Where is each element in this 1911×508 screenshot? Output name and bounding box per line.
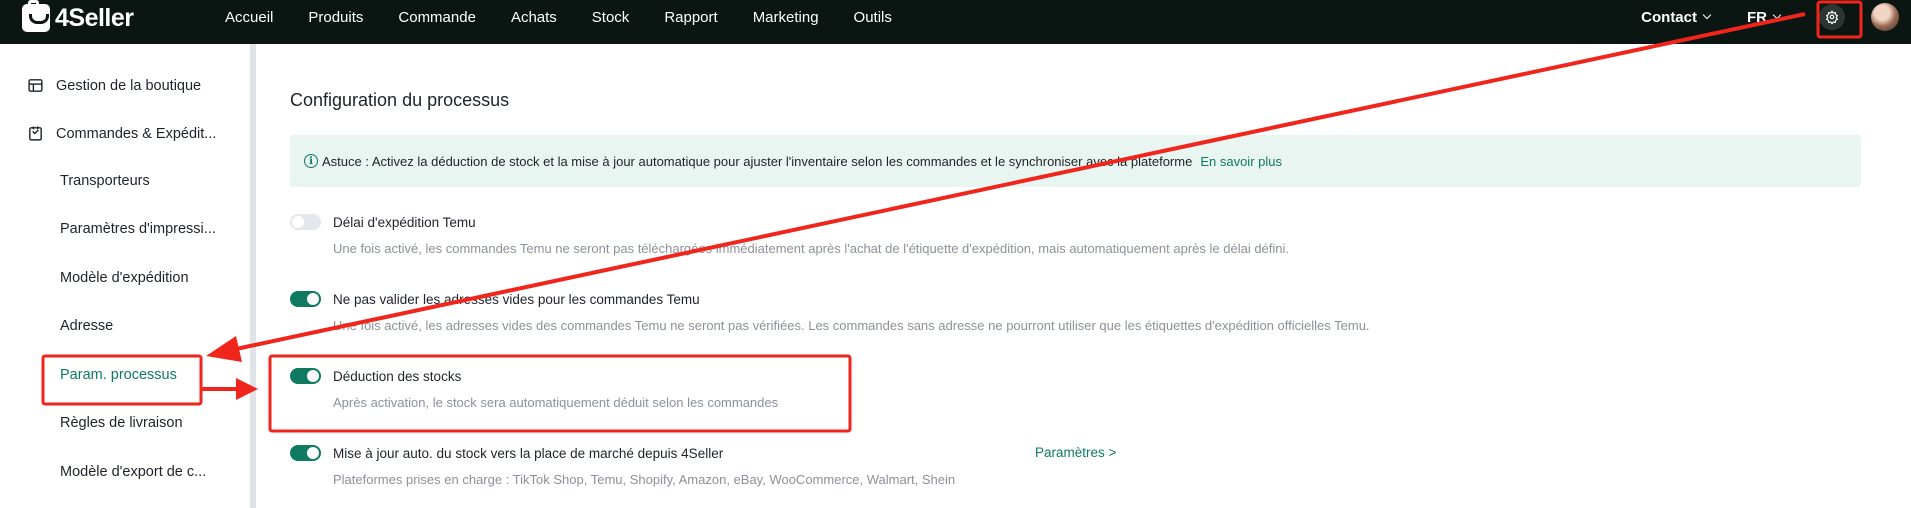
setting-temu-delay: Délai d'expédition Temu Une fois activé,… xyxy=(290,214,1289,256)
sidebar-item-delivery-rules[interactable]: Règles de livraison xyxy=(60,415,183,431)
avatar[interactable] xyxy=(1871,3,1899,31)
contact-dropdown[interactable]: Contact xyxy=(1641,8,1712,26)
sidebar-item-transporteurs[interactable]: Transporteurs xyxy=(60,173,150,189)
sidebar-group-label: Gestion de la boutique xyxy=(56,77,202,94)
sidebar-item-process-params[interactable]: Param. processus xyxy=(60,367,177,383)
nav-item-outils[interactable]: Outils xyxy=(854,9,892,26)
info-icon: i xyxy=(304,154,318,168)
nav-item-produits[interactable]: Produits xyxy=(308,9,363,26)
sidebar-item-shipping-template[interactable]: Modèle d'expédition xyxy=(60,270,189,286)
setting-description: Après activation, le stock sera automati… xyxy=(333,395,779,410)
toggle-knob xyxy=(292,216,304,228)
topbar-actions: Contact FR xyxy=(1641,0,1911,34)
chevron-down-icon xyxy=(1702,10,1712,20)
sidebar-item-export-template[interactable]: Modèle d'export de c... xyxy=(60,464,206,480)
nav-item-stock[interactable]: Stock xyxy=(592,9,630,26)
nav-item-achats[interactable]: Achats xyxy=(511,9,557,26)
orders-icon xyxy=(29,126,42,141)
logo[interactable]: 4Seller xyxy=(22,0,134,33)
setting-description: Une fois activé, les adresses vides des … xyxy=(333,318,1370,333)
sidebar: Gestion de la boutique Commandes & Expéd… xyxy=(0,44,250,508)
setting-label: Déduction des stocks xyxy=(333,368,462,384)
nav-item-accueil[interactable]: Accueil xyxy=(225,9,273,26)
setting-skip-empty-address: Ne pas valider les adresses vides pour l… xyxy=(290,291,1370,333)
tip-banner: i Astuce : Activez la déduction de stock… xyxy=(290,135,1861,187)
contact-label: Contact xyxy=(1641,8,1697,26)
page-title: Configuration du processus xyxy=(290,90,510,110)
sidebar-group-orders[interactable]: Commandes & Expédit... xyxy=(27,125,216,142)
sidebar-group-shop[interactable]: Gestion de la boutique xyxy=(27,77,201,94)
setting-label: Ne pas valider les adresses vides pour l… xyxy=(333,291,700,307)
setting-stock-deduction: Déduction des stocks Après activation, l… xyxy=(290,368,778,410)
main-nav: Accueil Produits Commande Achats Stock R… xyxy=(225,0,927,34)
language-label: FR xyxy=(1747,8,1767,26)
nav-item-commande[interactable]: Commande xyxy=(398,9,476,26)
setting-auto-stock-sync: Mise à jour auto. du stock vers la place… xyxy=(290,445,1116,487)
skip-empty-address-toggle[interactable] xyxy=(290,291,321,307)
toggle-knob xyxy=(307,370,319,382)
sidebar-item-address[interactable]: Adresse xyxy=(60,318,113,334)
setting-description: Une fois activé, les commandes Temu ne s… xyxy=(333,241,1290,256)
nav-item-rapport[interactable]: Rapport xyxy=(664,9,717,26)
nav-item-marketing[interactable]: Marketing xyxy=(753,9,819,26)
setting-label: Délai d'expédition Temu xyxy=(333,214,476,230)
top-navbar: 4Seller Accueil Produits Commande Achats… xyxy=(0,0,1911,44)
toggle-knob xyxy=(307,447,319,459)
logo-bag-icon xyxy=(22,0,50,32)
setting-label: Mise à jour auto. du stock vers la place… xyxy=(333,445,724,461)
auto-stock-sync-toggle[interactable] xyxy=(290,445,321,461)
toggle-knob xyxy=(307,293,319,305)
language-dropdown[interactable]: FR xyxy=(1747,8,1782,26)
sidebar-item-print-settings[interactable]: Paramètres d'impressi... xyxy=(60,221,216,237)
settings-button[interactable] xyxy=(1819,4,1845,30)
setting-description: Plateformes prises en charge : TikTok Sh… xyxy=(333,472,956,487)
stock-deduction-toggle[interactable] xyxy=(290,368,321,384)
gear-icon xyxy=(1825,10,1839,24)
settings-link[interactable]: Paramètres > xyxy=(1035,445,1116,460)
store-icon xyxy=(28,79,43,92)
chevron-down-icon xyxy=(1772,10,1782,20)
sidebar-group-label: Commandes & Expédit... xyxy=(56,125,217,142)
tip-text: Astuce : Activez la déduction de stock e… xyxy=(322,153,1193,169)
main-content: Configuration du processus i Astuce : Ac… xyxy=(256,44,1911,508)
learn-more-link[interactable]: En savoir plus xyxy=(1200,154,1282,169)
temu-delay-toggle[interactable] xyxy=(290,214,321,230)
logo-text: 4Seller xyxy=(55,3,134,32)
